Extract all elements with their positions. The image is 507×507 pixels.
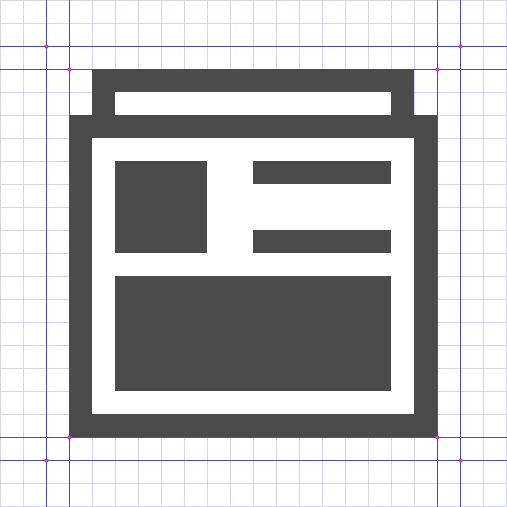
icon-grid-canvas	[0, 0, 507, 507]
guide-point	[435, 67, 440, 72]
guide-point	[458, 44, 463, 49]
icon-text-line-1	[253, 161, 391, 184]
icon-text-line-2	[253, 230, 391, 253]
guide-point	[67, 435, 72, 440]
guide-point	[458, 458, 463, 463]
icon-main-image-block	[115, 276, 391, 391]
icon-thumbnail-block	[115, 161, 207, 253]
guide-point	[435, 435, 440, 440]
icon-grid-svg	[0, 0, 507, 507]
icon-top-tab-window	[115, 92, 391, 115]
newspaper-article-icon	[69, 69, 437, 437]
guide-point	[44, 44, 49, 49]
guide-point	[44, 458, 49, 463]
guide-point	[67, 67, 72, 72]
